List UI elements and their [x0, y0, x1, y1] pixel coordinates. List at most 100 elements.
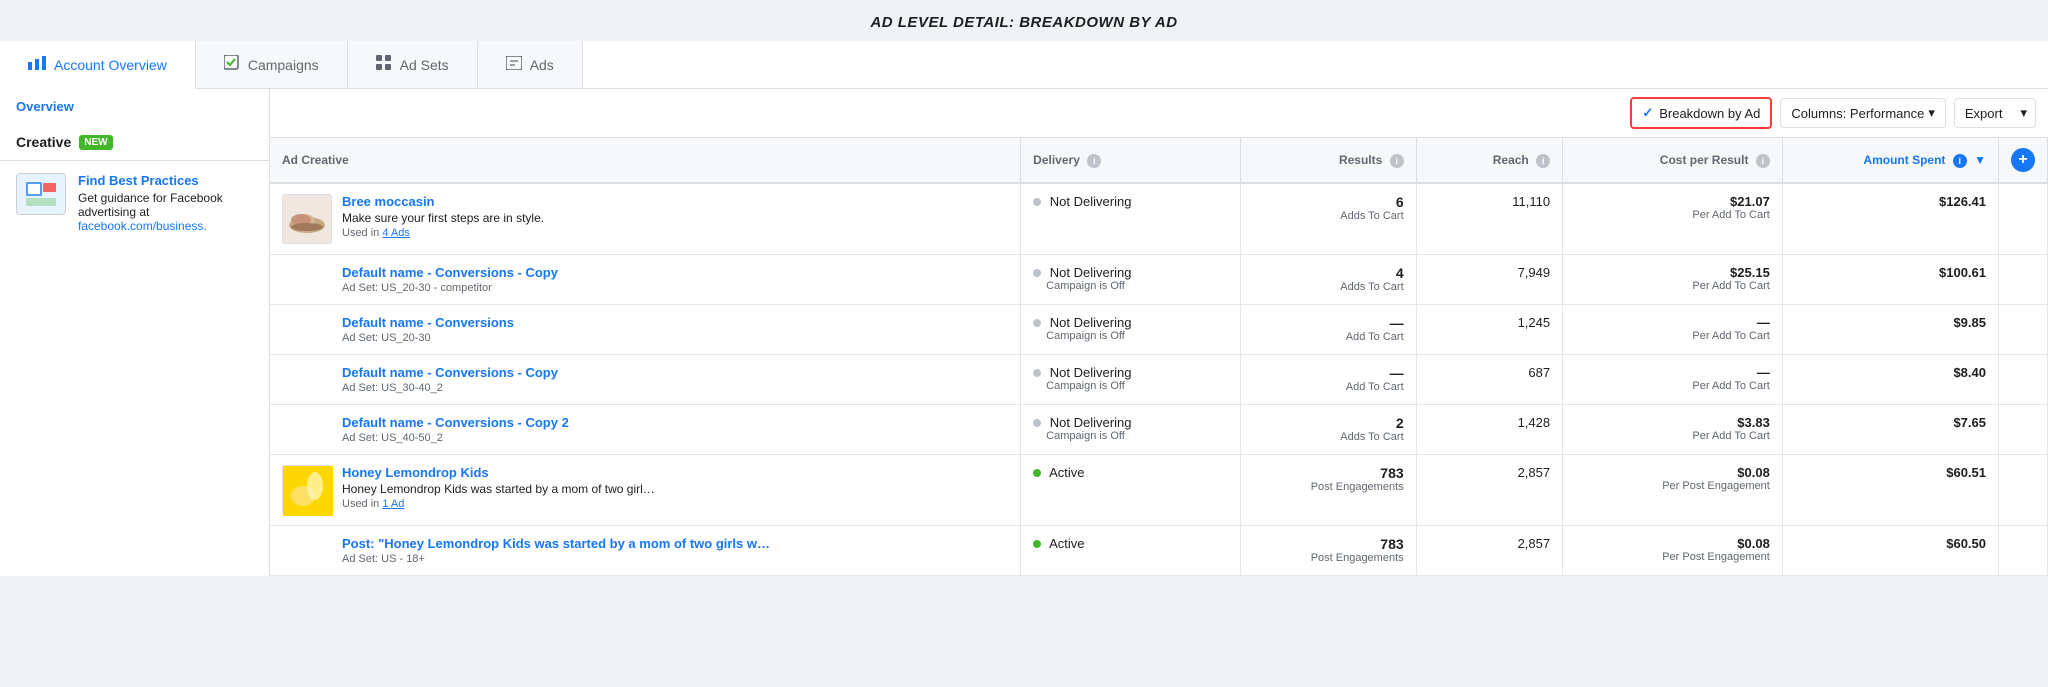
results-cell: 783 Post Engagements: [1240, 526, 1416, 576]
tab-ad-sets[interactable]: Ad Sets: [348, 41, 478, 89]
results-type: Adds To Cart: [1253, 281, 1404, 293]
table-row: Default name - Conversions - Copy 2 Ad S…: [270, 405, 2048, 455]
cost-sub: Per Add To Cart: [1575, 330, 1770, 342]
ad-name[interactable]: Honey Lemondrop Kids: [342, 465, 655, 480]
delivery-status: Not Delivering: [1050, 194, 1132, 209]
delivery-status: Not Delivering: [1050, 315, 1132, 330]
amount-info-icon[interactable]: i: [1953, 154, 1967, 168]
delivery-cell: Not Delivering Campaign is Off: [1021, 405, 1241, 455]
cost-sub: Per Add To Cart: [1575, 430, 1770, 442]
ad-icon: [506, 56, 522, 73]
ad-info: Default name - Conversions - Copy Ad Set…: [282, 265, 558, 294]
checkmark-icon: ✓: [1642, 105, 1653, 121]
table-row: Post: "Honey Lemondrop Kids was started …: [270, 526, 2048, 576]
ad-info: Bree moccasin Make sure your first steps…: [342, 194, 544, 239]
ad-name[interactable]: Default name - Conversions - Copy: [342, 365, 558, 380]
ad-desc: Honey Lemondrop Kids was started by a mo…: [342, 482, 655, 496]
ad-sub: Used in 4 Ads: [342, 227, 544, 239]
delivery-status: Active: [1049, 536, 1084, 551]
extra-col: [1999, 355, 2048, 405]
delivery-dot: [1033, 198, 1041, 206]
ad-sub: Ad Set: US_20-30: [342, 332, 514, 344]
results-type: Adds To Cart: [1253, 210, 1404, 222]
delivery-dot: [1033, 319, 1041, 327]
cost-cell: $25.15 Per Add To Cart: [1563, 255, 1783, 305]
tab-campaigns[interactable]: Campaigns: [196, 41, 348, 89]
fbp-link[interactable]: facebook.com/business.: [78, 219, 207, 233]
results-cell: 6 Adds To Cart: [1240, 183, 1416, 255]
amount-cell: $7.65: [1782, 405, 1998, 455]
ad-name[interactable]: Default name - Conversions - Copy: [342, 265, 558, 280]
delivery-info-icon[interactable]: i: [1087, 154, 1101, 168]
ad-sub: Ad Set: US_30-40_2: [342, 382, 558, 394]
ad-desc: Make sure your first steps are in style.: [342, 211, 544, 225]
sidebar-item-overview[interactable]: Overview: [0, 89, 269, 124]
reach-cell: 1,428: [1416, 405, 1562, 455]
tab-ads-label: Ads: [530, 57, 554, 73]
tab-ads[interactable]: Ads: [478, 41, 583, 89]
results-num: 783: [1253, 536, 1404, 552]
ad-name[interactable]: Default name - Conversions: [342, 315, 514, 330]
ad-creative-cell: Default name - Conversions - Copy 2 Ad S…: [270, 405, 1021, 455]
results-info-icon[interactable]: i: [1390, 154, 1404, 168]
ad-name[interactable]: Post: "Honey Lemondrop Kids was started …: [342, 536, 770, 551]
sort-down-icon[interactable]: ▼: [1974, 153, 1986, 167]
delivery-dot: [1033, 469, 1041, 477]
delivery-sub: Campaign is Off: [1033, 280, 1228, 292]
cost-sub: Per Post Engagement: [1575, 480, 1770, 492]
ad-info: Honey Lemondrop Kids Honey Lemondrop Kid…: [342, 465, 655, 510]
export-label: Export: [1965, 106, 2003, 121]
cost-cell: $3.83 Per Add To Cart: [1563, 405, 1783, 455]
ad-sub: Ad Set: US_40-50_2: [342, 432, 569, 444]
reach-cell: 11,110: [1416, 183, 1562, 255]
breakdown-by-ad-button[interactable]: ✓ Breakdown by Ad: [1630, 97, 1772, 129]
ad-creative-cell: Default name - Conversions - Copy Ad Set…: [270, 355, 1021, 405]
page-title: AD LEVEL DETAIL: BREAKDOWN BY AD: [0, 0, 2048, 41]
ad-name[interactable]: Bree moccasin: [342, 194, 544, 209]
fbp-icon: [16, 173, 66, 215]
results-type: Add To Cart: [1253, 331, 1404, 343]
results-type: Adds To Cart: [1253, 431, 1404, 443]
breakdown-label: Breakdown by Ad: [1659, 106, 1760, 121]
reach-cell: 7,949: [1416, 255, 1562, 305]
delivery-status: Not Delivering: [1050, 415, 1132, 430]
ad-sub: Ad Set: US_20-30 - competitor: [342, 282, 558, 294]
export-chevron-button[interactable]: ▾: [2012, 98, 2036, 128]
table-row: Bree moccasin Make sure your first steps…: [270, 183, 2048, 255]
tab-account-overview[interactable]: Account Overview: [0, 41, 196, 89]
columns-label: Columns: Performance: [1791, 106, 1924, 121]
tab-campaigns-label: Campaigns: [248, 57, 319, 73]
sidebar-item-creative[interactable]: Creative NEW: [0, 124, 269, 160]
export-button[interactable]: Export: [1954, 98, 2013, 128]
chevron-down-icon: ▾: [1928, 105, 1935, 121]
ad-info: Default name - Conversions Ad Set: US_20…: [282, 315, 514, 344]
cost-sub: Per Post Engagement: [1575, 551, 1770, 563]
fbp-text: Find Best Practices Get guidance for Fac…: [78, 173, 253, 233]
sidebar-overview-label: Overview: [16, 99, 74, 114]
ad-sub-link[interactable]: 1 Ad: [382, 498, 404, 510]
ad-creative-cell: Default name - Conversions - Copy Ad Set…: [270, 255, 1021, 305]
results-num: 4: [1253, 265, 1404, 281]
col-header-delivery: Delivery i: [1021, 138, 1241, 183]
cost-cell: $21.07 Per Add To Cart: [1563, 183, 1783, 255]
delivery-cell: Active: [1021, 526, 1241, 576]
cost-sub: Per Add To Cart: [1575, 280, 1770, 292]
cost-main: $21.07: [1575, 194, 1770, 209]
ad-creative-cell: Default name - Conversions Ad Set: US_20…: [270, 305, 1021, 355]
reach-cell: 687: [1416, 355, 1562, 405]
results-num: 6: [1253, 194, 1404, 210]
find-best-practices: Find Best Practices Get guidance for Fac…: [0, 160, 269, 245]
columns-button[interactable]: Columns: Performance ▾: [1780, 98, 1945, 128]
delivery-sub: Campaign is Off: [1033, 380, 1228, 392]
ad-name[interactable]: Default name - Conversions - Copy 2: [342, 415, 569, 430]
check-square-icon: [224, 55, 240, 74]
sidebar: Overview Creative NEW Find Best Practice…: [0, 89, 270, 576]
cost-info-icon[interactable]: i: [1756, 154, 1770, 168]
ad-sub-link[interactable]: 4 Ads: [382, 227, 410, 239]
add-column-button[interactable]: +: [2011, 148, 2035, 172]
delivery-cell: Not Delivering Campaign is Off: [1021, 255, 1241, 305]
tab-account-overview-label: Account Overview: [54, 57, 167, 73]
reach-info-icon[interactable]: i: [1536, 154, 1550, 168]
nav-tabs: Account Overview Campaigns Ad Sets Ads: [0, 41, 2048, 89]
col-header-cost-per-result: Cost per Result i: [1563, 138, 1783, 183]
